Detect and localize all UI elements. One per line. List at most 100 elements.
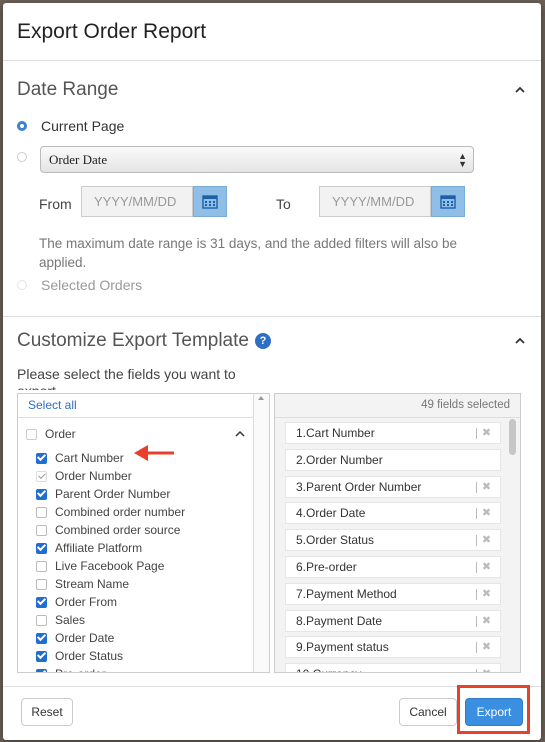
from-label: From (39, 196, 72, 212)
chevron-up-icon[interactable] (513, 334, 527, 348)
from-date-input[interactable]: YYYY/MM/DD (81, 186, 193, 217)
field-rows: Cart Number Order Number Parent Order Numb… (18, 449, 253, 672)
remove-icon[interactable]: ✖ (476, 669, 496, 672)
date-type-option[interactable] (17, 152, 41, 162)
field-checkbox[interactable] (36, 542, 47, 554)
group-label: Order (45, 427, 76, 441)
field-option[interactable]: Order Date (18, 629, 253, 647)
selected-field-label: 9.Payment status (296, 640, 389, 655)
field-option[interactable]: Sales (18, 611, 253, 629)
scroll-up-icon[interactable] (258, 396, 264, 400)
field-label: Cart Number (55, 451, 124, 465)
field-option[interactable]: Order Number (18, 467, 253, 485)
field-option[interactable]: Order From (18, 593, 253, 611)
selected-field-item[interactable]: 7.Payment Method ✖ (285, 582, 501, 605)
group-header-left: Order (26, 427, 76, 441)
modal-header: Export Order Report (3, 3, 541, 61)
date-type-select[interactable]: Order Date ▲ ▼ (40, 146, 474, 173)
chevron-up-icon[interactable] (235, 430, 245, 438)
field-option[interactable]: Pre-order (18, 665, 253, 672)
template-header[interactable]: Customize Export Template? (3, 326, 541, 356)
selected-field-item[interactable]: 4.Order Date ✖ (285, 502, 501, 525)
selected-field-label: 5.Order Status (296, 533, 375, 548)
field-label: Parent Order Number (55, 487, 171, 501)
field-checkbox[interactable] (36, 488, 47, 500)
to-label: To (276, 196, 291, 212)
field-option[interactable]: Stream Name (18, 575, 253, 593)
field-checkbox[interactable] (36, 560, 47, 572)
help-icon[interactable]: ? (254, 333, 271, 349)
remove-icon[interactable]: ✖ (476, 615, 496, 627)
selected-field-item[interactable]: 2.Order Number (285, 448, 501, 471)
current-page-label: Current Page (41, 118, 125, 134)
template-title-wrap: Customize Export Template? (17, 330, 271, 352)
selected-field-label: 3.Parent Order Number (296, 479, 422, 494)
selected-orders-label: Selected Orders (41, 277, 143, 293)
select-arrows-icon: ▲ ▼ (458, 151, 467, 169)
selected-field-item[interactable]: 1.Cart Number ✖ (285, 422, 501, 444)
calendar-icon (202, 195, 218, 209)
field-option[interactable]: Order Status (18, 647, 253, 665)
red-arrow-annotation (134, 445, 174, 461)
cancel-button[interactable]: Cancel (399, 698, 457, 726)
field-checkbox[interactable] (36, 506, 47, 518)
selected-field-item[interactable]: 9.Payment status ✖ (285, 636, 501, 659)
remove-icon[interactable]: ✖ (476, 642, 496, 654)
remove-icon[interactable]: ✖ (476, 588, 496, 600)
selected-field-item[interactable]: 5.Order Status ✖ (285, 529, 501, 552)
field-label: Affiliate Platform (55, 541, 143, 555)
field-checkbox[interactable] (36, 578, 47, 590)
remove-icon[interactable]: ✖ (476, 562, 496, 573)
field-label: Order Date (55, 631, 115, 645)
selected-orders-option[interactable]: Selected Orders (17, 277, 142, 293)
field-option[interactable]: Combined order number (18, 503, 253, 521)
reset-button[interactable]: Reset (21, 698, 73, 726)
selected-field-label: 8.Payment Date (296, 613, 383, 628)
field-checkbox[interactable] (36, 524, 47, 536)
field-checkbox[interactable] (36, 650, 47, 662)
field-label: Order Status (55, 649, 124, 663)
date-range-header[interactable]: Date Range (3, 75, 541, 105)
template-title: Customize Export Template (17, 330, 249, 351)
remove-icon[interactable]: ✖ (476, 481, 496, 493)
field-option[interactable]: Parent Order Number (18, 485, 253, 503)
field-checkbox[interactable] (36, 452, 47, 464)
date-type-radio[interactable] (17, 152, 27, 162)
to-date-input[interactable]: YYYY/MM/DD (319, 186, 431, 217)
field-checkbox[interactable] (36, 596, 47, 608)
from-calendar-button[interactable] (193, 186, 227, 217)
right-scrollbar[interactable] (509, 419, 516, 455)
field-checkbox[interactable] (36, 614, 47, 626)
chevron-up-icon[interactable] (513, 83, 527, 97)
selected-field-label: 1.Cart Number (296, 426, 375, 440)
date-range-note: The maximum date range is 31 days, and t… (39, 236, 457, 270)
field-option[interactable]: Affiliate Platform (18, 539, 253, 557)
current-page-radio[interactable] (17, 121, 27, 131)
left-scrollbar[interactable] (253, 394, 269, 672)
selected-field-item[interactable]: 10.Currency ✖ (285, 663, 501, 672)
remove-icon[interactable]: ✖ (476, 535, 496, 547)
to-calendar-button[interactable] (431, 186, 465, 217)
field-checkbox[interactable] (36, 668, 47, 672)
selected-field-item[interactable]: 3.Parent Order Number ✖ (285, 475, 501, 498)
field-label: Live Facebook Page (55, 559, 165, 573)
selected-orders-radio[interactable] (17, 280, 27, 290)
current-page-option[interactable]: Current Page (17, 118, 124, 134)
field-label: Combined order number (55, 505, 186, 519)
remove-icon[interactable]: ✖ (476, 508, 496, 520)
selected-field-item[interactable]: 6.Pre-order ✖ (285, 556, 501, 578)
template-instructions: Please select the fields you want to exp… (17, 366, 236, 390)
field-label: Sales (55, 613, 86, 627)
select-all-link[interactable]: Select all (18, 394, 269, 418)
available-fields-panel: Select all Order Cart Number Order Number… (17, 393, 270, 673)
selected-field-item[interactable]: 8.Payment Date ✖ (285, 609, 501, 632)
field-label: Order From (55, 595, 118, 609)
export-order-report-modal: Export Order Report Date Range Current P… (3, 3, 541, 740)
group-checkbox[interactable] (26, 428, 37, 440)
field-checkbox[interactable] (36, 470, 47, 482)
field-checkbox[interactable] (36, 632, 47, 644)
field-option[interactable]: Combined order source (18, 521, 253, 539)
selected-field-label: 7.Payment Method (296, 586, 397, 601)
field-option[interactable]: Live Facebook Page (18, 557, 253, 575)
remove-icon[interactable]: ✖ (476, 428, 496, 439)
